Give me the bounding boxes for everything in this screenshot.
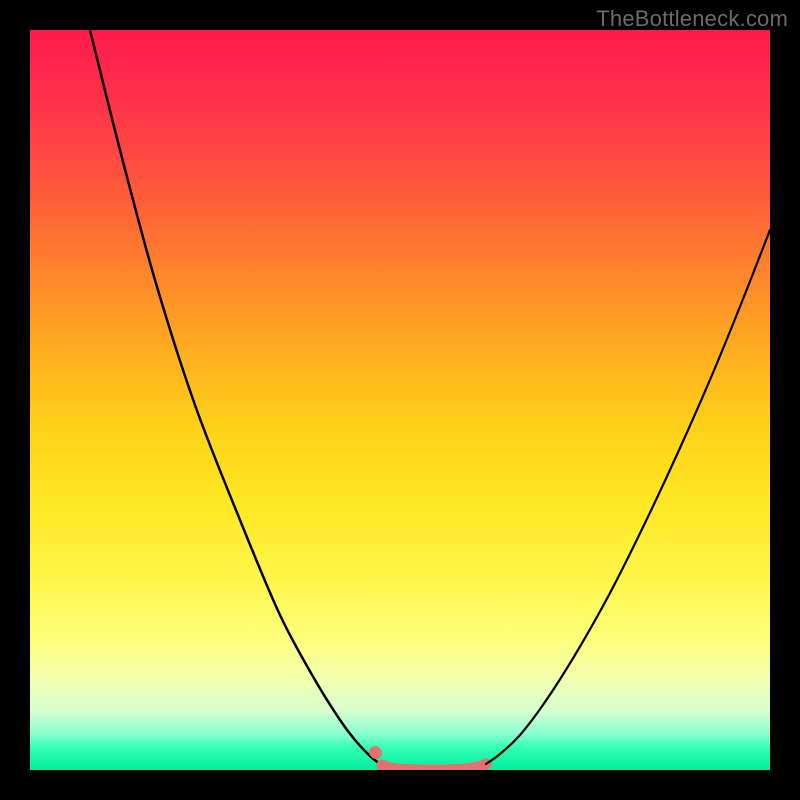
chart-background-gradient [30, 30, 770, 770]
chart-frame: TheBottleneck.com [0, 0, 800, 800]
watermark-text: TheBottleneck.com [596, 6, 788, 32]
